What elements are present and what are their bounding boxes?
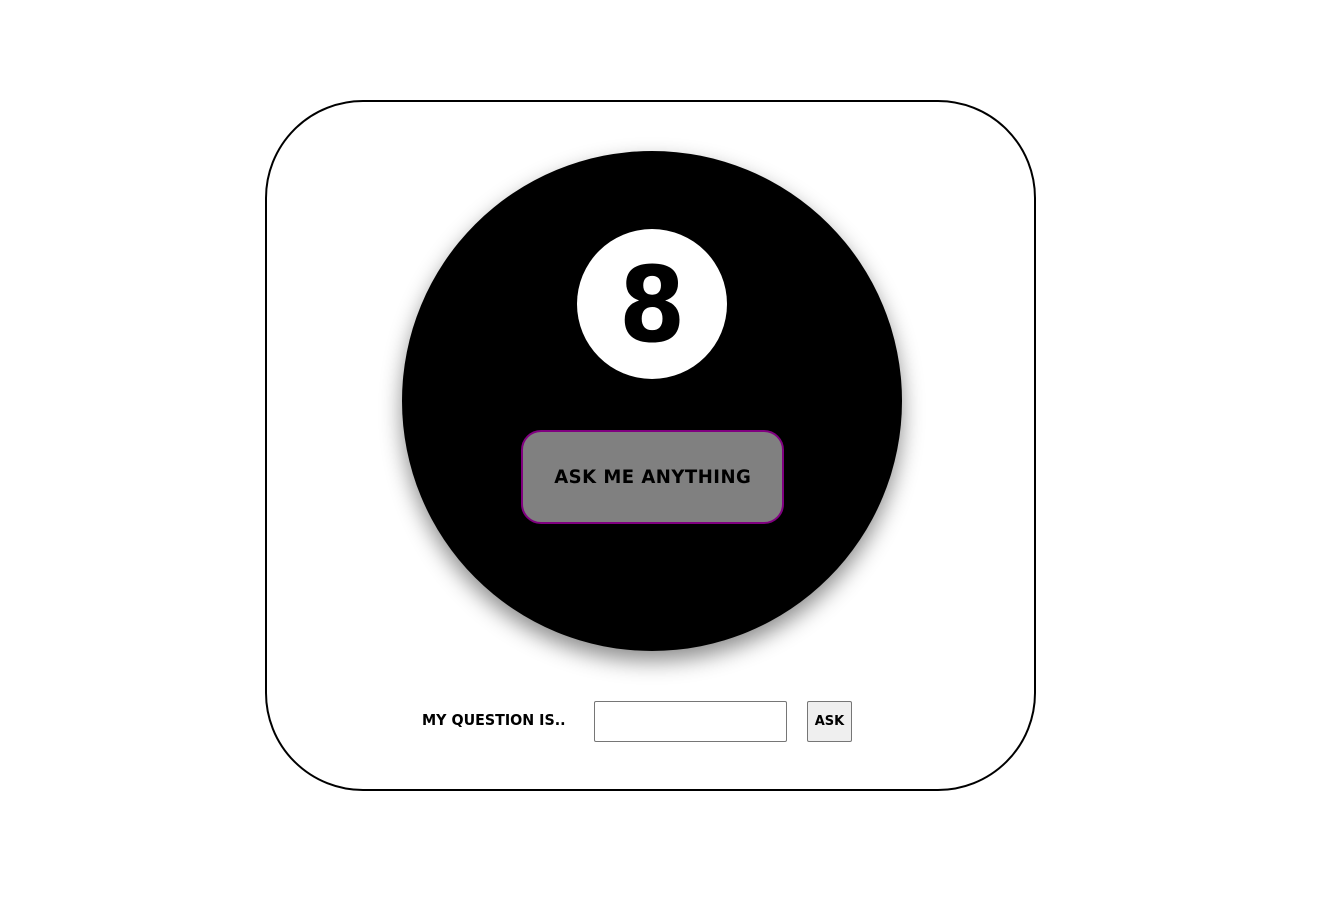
number-circle: 8 [577,229,727,379]
ball-number: 8 [618,244,686,366]
answer-window: ASK ME ANYTHING [521,430,784,524]
question-label: MY QUESTION IS.. [422,711,566,729]
question-input[interactable] [594,701,787,742]
ask-button[interactable]: ASK [807,701,852,742]
magic-eight-ball: 8 ASK ME ANYTHING [402,151,902,651]
answer-text: ASK ME ANYTHING [553,466,752,488]
